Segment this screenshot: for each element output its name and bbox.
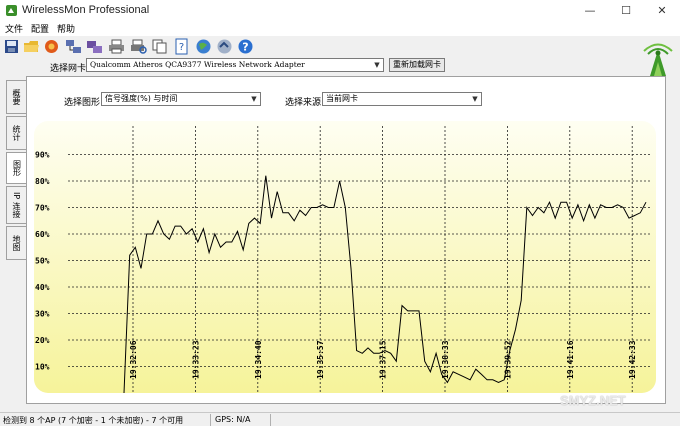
signal-chart: 10% 20% 30% 40% 50% 60% 70% 80% 90% 19:32:06 19:33…	[34, 121, 656, 394]
open-folder-icon[interactable]	[23, 38, 40, 55]
source-label: 选择来源	[285, 98, 322, 108]
status-separator	[270, 414, 271, 426]
menu-bar: 文件 配置 帮助	[0, 21, 680, 36]
graph-type-label: 选择图形	[64, 98, 101, 108]
watermark: SMYZ.NET	[560, 393, 626, 408]
tab-summary[interactable]: 概要	[6, 80, 26, 114]
y-tick-label: 70%	[35, 204, 50, 213]
side-tabs: 概要 统计 图形 IP 连接 地图	[6, 76, 27, 336]
wirelessmon-logo-icon	[643, 43, 673, 76]
title-bar: WirelessMon Professional — ☐ ✕	[0, 0, 680, 21]
app-icon	[6, 5, 17, 16]
reload-adapter-button[interactable]: 重新加载网卡	[389, 58, 445, 72]
globe-icon[interactable]	[195, 38, 212, 55]
svg-text:?: ?	[179, 42, 184, 53]
adapter-icon[interactable]	[86, 38, 103, 55]
print-icon[interactable]	[108, 38, 125, 55]
record-icon[interactable]	[43, 38, 60, 55]
source-select[interactable]: 当前网卡 ▼	[322, 92, 482, 106]
y-tick-label: 30%	[35, 310, 50, 319]
help-icon[interactable]: ?	[237, 38, 254, 55]
maximize-button[interactable]: ☐	[608, 0, 644, 21]
ap-status: 检测到 8 个AP (7 个加密 - 1 个未加密) - 7 个可用	[3, 416, 184, 425]
svg-text:?: ?	[242, 41, 248, 54]
x-tick-label: 19:32:06	[129, 340, 138, 379]
tab-ip-connections[interactable]: IP 连接	[6, 186, 26, 224]
toolbar: ? ?	[0, 36, 680, 58]
graph-type-select[interactable]: 信号强度(%) 与时间 ▼	[101, 92, 261, 106]
y-tick-label: 50%	[35, 257, 50, 266]
chevron-down-icon: ▼	[374, 61, 380, 69]
x-tick-label: 19:42:33	[628, 340, 637, 379]
status-bar: 检测到 8 个AP (7 个加密 - 1 个未加密) - 7 个可用 GPS: …	[0, 412, 680, 426]
close-button[interactable]: ✕	[644, 0, 680, 21]
adapter-label: 选择网卡	[50, 64, 87, 74]
menu-file[interactable]: 文件	[5, 22, 23, 35]
print-preview-icon[interactable]	[130, 38, 147, 55]
chart-background	[34, 121, 656, 393]
y-tick-label: 10%	[35, 363, 50, 372]
y-tick-label: 80%	[35, 177, 50, 186]
tab-map[interactable]: 地图	[6, 226, 26, 260]
x-tick-label: 19:35:57	[316, 340, 325, 379]
info-icon[interactable]: ?	[173, 38, 190, 55]
menu-help[interactable]: 帮助	[57, 22, 75, 35]
tab-graph[interactable]: 图形	[6, 152, 27, 184]
status-separator	[210, 414, 211, 426]
save-icon[interactable]	[3, 38, 20, 55]
y-tick-label: 60%	[35, 230, 50, 239]
x-tick-label: 19:38:33	[441, 340, 450, 379]
y-tick-label: 90%	[35, 151, 50, 160]
minimize-button[interactable]: —	[572, 0, 608, 21]
x-tick-label: 19:34:40	[254, 340, 263, 379]
x-tick-label: 19:33:23	[191, 340, 200, 379]
tab-statistics[interactable]: 统计	[6, 116, 26, 150]
menu-config[interactable]: 配置	[31, 22, 49, 35]
y-tick-label: 40%	[35, 283, 50, 292]
copy-icon[interactable]	[151, 38, 168, 55]
x-tick-label: 19:41:16	[566, 340, 575, 379]
signal-chart-svg: 10% 20% 30% 40% 50% 60% 70% 80% 90% 19:32:06 19:33…	[34, 121, 656, 394]
adapter-select[interactable]: Qualcomm Atheros QCA9377 Wireless Networ…	[86, 58, 384, 72]
gps-status: GPS: N/A	[215, 415, 251, 424]
network-icon[interactable]	[65, 38, 82, 55]
chevron-down-icon: ▼	[472, 95, 478, 103]
window-title: WirelessMon Professional	[22, 4, 150, 16]
y-tick-label: 20%	[35, 336, 50, 345]
connect-icon[interactable]	[216, 38, 233, 55]
chevron-down-icon: ▼	[251, 95, 257, 103]
x-tick-label: 19:37:15	[379, 340, 388, 379]
